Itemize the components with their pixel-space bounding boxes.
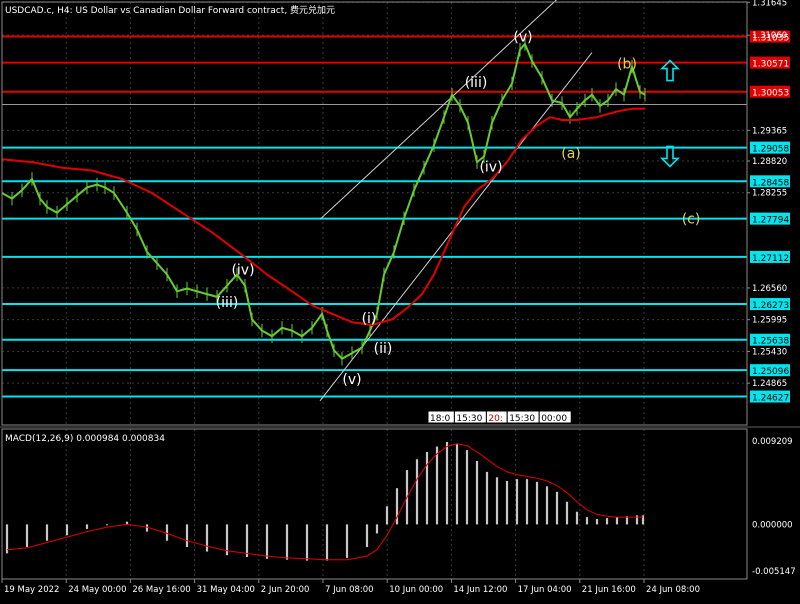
time-label-2: 20: — [488, 414, 502, 424]
level-tag-5: 1.28458 — [752, 178, 789, 188]
wave-label-6: (iii) — [216, 295, 239, 311]
time-tick-label-10: 24 Jun 08:00 — [646, 585, 700, 595]
wave-label-8: (a) — [561, 146, 581, 162]
time-tick-label-9: 21 Jun 16:00 — [582, 585, 636, 595]
price-tick-label-2: 1.29365 — [752, 126, 787, 136]
macd-tick-label-0: 0.009209 — [752, 437, 793, 447]
wave-label-10: (c) — [682, 211, 701, 227]
time-tick-label-1: 24 May 00:00 — [68, 585, 126, 595]
price-tick-label-7: 1.25430 — [752, 347, 787, 357]
wave-label-4: (v) — [513, 29, 532, 45]
time-label-0: 18:0 — [430, 414, 450, 424]
price-tick-label-8: 1.24865 — [752, 379, 787, 389]
macd-tick-label-2: -0.005147 — [752, 567, 796, 577]
time-label-1: 15:30 — [456, 414, 482, 424]
macd-title: MACD(12,26,9) 0.000984 0.000834 — [5, 434, 165, 444]
level-tag-2: 1.30053 — [752, 89, 789, 99]
wave-label-2: (iii) — [465, 75, 488, 91]
price-tick-label-1: 1.31060 — [752, 31, 787, 41]
time-label-4: 00:00 — [541, 414, 567, 424]
price-tick-label-3: 1.28820 — [752, 157, 787, 167]
time-tick-label-7: 14 Jun 12:00 — [453, 585, 507, 595]
time-tick-label-2: 26 May 16:00 — [132, 585, 190, 595]
time-label-3: 15:30 — [509, 414, 535, 424]
level-tag-8: 1.26273 — [752, 301, 789, 311]
wave-label-3: (iv) — [479, 160, 502, 176]
price-tick-label-4: 1.28255 — [752, 189, 787, 199]
chart-title: USDCAD.c, H4: US Dollar vs Canadian Doll… — [5, 4, 335, 16]
time-tick-label-0: 19 May 2022 — [4, 585, 59, 595]
trading-chart[interactable]: 1.31035 1.30571 1.30053 1.29058 1.28458 1.277… — [0, 0, 800, 600]
price-tick-label-5: 1.26560 — [752, 284, 787, 294]
time-tick-label-8: 17 Jun 04:00 — [518, 585, 572, 595]
wave-label-1: (ii) — [374, 341, 393, 357]
level-tag-7: 1.27112 — [752, 254, 789, 264]
level-tag-9: 1.25638 — [752, 337, 789, 347]
level-tag-10: 1.25096 — [752, 367, 789, 377]
wave-label-5: (v) — [342, 372, 361, 388]
level-tag-11: 1.24627 — [752, 394, 789, 404]
time-tick-label-3: 31 May 04:00 — [197, 585, 255, 595]
price-tick-label-0: 1.31645 — [752, 0, 787, 8]
chart-svg[interactable]: 1.310351.305711.300531.290581.284581.277… — [0, 0, 800, 600]
level-tag-1: 1.30571 — [752, 60, 789, 70]
time-tick-label-4: 2 Jun 20:00 — [261, 585, 310, 595]
level-tag-6: 1.27794 — [752, 216, 789, 226]
wave-label-0: (i) — [362, 311, 377, 327]
wave-label-9: (b) — [617, 56, 637, 72]
wave-label-7: (iv) — [231, 262, 254, 278]
macd-tick-label-1: 0.000000 — [752, 520, 793, 530]
time-tick-label-6: 10 Jun 00:00 — [389, 585, 443, 595]
chart-background — [0, 0, 800, 600]
time-tick-label-5: 7 Jun 08:00 — [325, 585, 374, 595]
level-tag-4: 1.29058 — [752, 145, 789, 155]
price-tick-label-6: 1.25995 — [752, 316, 787, 326]
